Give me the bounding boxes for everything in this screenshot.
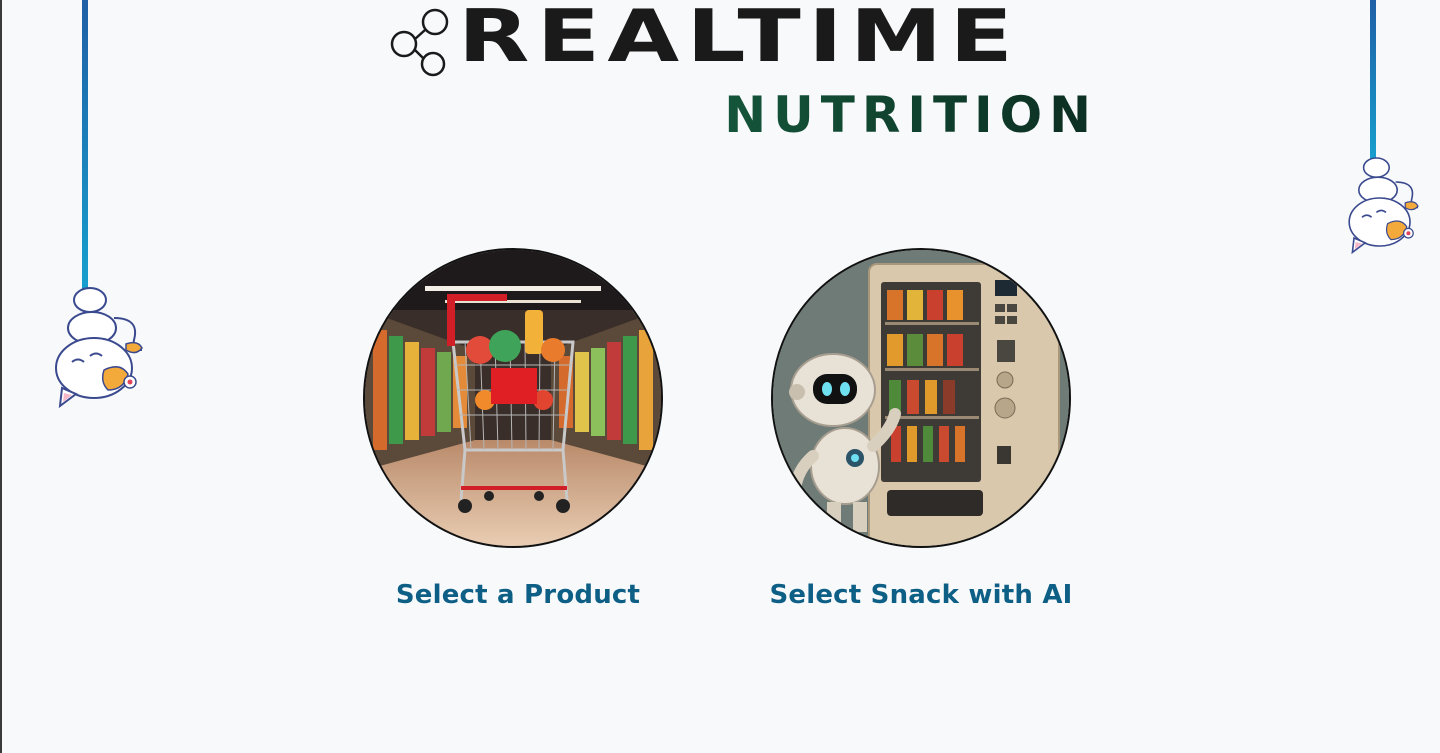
right-hanging-string <box>1370 0 1376 162</box>
molecule-icon <box>390 8 449 77</box>
landing-page: REALTIME NUTRITION Select a Product Sele… <box>0 0 1440 753</box>
brand-title-nutrition: NUTRITION <box>724 86 1098 144</box>
select-snack-ai-label[interactable]: Select Snack with AI <box>766 580 1076 610</box>
select-product-option[interactable]: Select a Product <box>358 248 668 610</box>
select-snack-ai-option[interactable]: Select Snack with AI <box>766 248 1076 610</box>
shopping-cart-image[interactable] <box>363 248 663 548</box>
vending-machine-robot-icon <box>773 250 1069 546</box>
hanging-cat-icon <box>55 287 143 409</box>
hanging-cat-icon <box>1348 157 1419 255</box>
left-hanging-string <box>82 0 88 292</box>
shopping-cart-icon <box>365 250 661 546</box>
brand-title-realtime: REALTIME <box>458 0 1021 78</box>
vending-robot-image[interactable] <box>771 248 1071 548</box>
select-product-label[interactable]: Select a Product <box>368 580 668 610</box>
brand-logo: REALTIME NUTRITION <box>388 0 1098 146</box>
